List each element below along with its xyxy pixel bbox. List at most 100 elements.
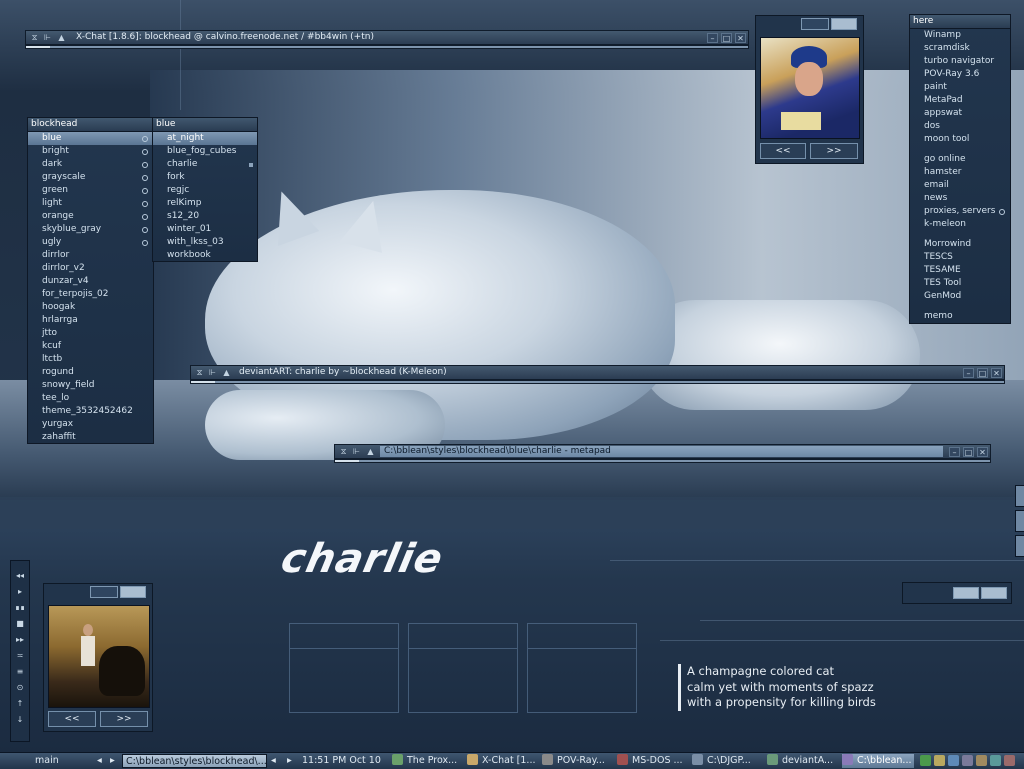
minimize-icon[interactable]: –: [949, 447, 960, 457]
menu-item[interactable]: yurgax: [28, 418, 153, 431]
maximize-icon[interactable]: □: [721, 33, 732, 43]
workspace-next-button[interactable]: ▸: [110, 754, 118, 768]
resize-grip[interactable]: [191, 381, 215, 383]
menu-item[interactable]: zahaffit: [28, 431, 153, 444]
media-controls[interactable]: ◂◂ ▸ ∎∎ ■ ▸▸ ≍ ≡ ⊙ ↑ ↓: [10, 560, 30, 742]
raise-icon[interactable]: ▲: [365, 447, 376, 457]
menu-item[interactable]: k-meleon: [910, 218, 1010, 231]
xchat-titlebar[interactable]: ⧖ ⊩ ▲ X-Chat [1.8.6]: blockhead @ calvin…: [25, 30, 749, 45]
tray-icon[interactable]: [1004, 755, 1015, 766]
menu-item[interactable]: dos: [910, 120, 1010, 133]
menu-item[interactable]: paint: [910, 81, 1010, 94]
menu-item[interactable]: proxies, servers: [910, 205, 1010, 218]
menu-item[interactable]: hrlarrga: [28, 314, 153, 327]
tray-icon[interactable]: [962, 755, 973, 766]
menu-item[interactable]: regjc: [153, 184, 257, 197]
menu-item[interactable]: ugly: [28, 236, 153, 249]
viewer-next-button[interactable]: >>: [100, 711, 148, 727]
kmeleon-handle[interactable]: [190, 380, 1005, 384]
slit-button[interactable]: [953, 587, 979, 599]
menu-item[interactable]: charlie: [153, 158, 257, 171]
kmeleon-window[interactable]: ⧖ ⊩ ▲ deviantART: charlie by ~blockhead …: [190, 365, 1005, 386]
pin-icon[interactable]: ⊩: [207, 368, 218, 378]
current-window-label[interactable]: C:\bblean\styles\blockhead\...: [122, 754, 267, 768]
close-icon[interactable]: ✕: [977, 447, 988, 457]
menu-item[interactable]: news: [910, 192, 1010, 205]
minimize-icon[interactable]: –: [707, 33, 718, 43]
menu-item[interactable]: blue_fog_cubes: [153, 145, 257, 158]
menu-item[interactable]: appswat: [910, 107, 1010, 120]
shade-icon[interactable]: ⧖: [338, 447, 349, 457]
menu-item[interactable]: go online: [910, 153, 1010, 166]
media-control-icon[interactable]: ≡: [11, 667, 29, 676]
menu-item[interactable]: s12_20: [153, 210, 257, 223]
menu-item[interactable]: kcuf: [28, 340, 153, 353]
maximize-icon[interactable]: □: [977, 368, 988, 378]
task-button[interactable]: X-Chat [1...: [467, 754, 539, 768]
menu-here[interactable]: here Winamp scramdisk turbo navigator POV-R…: [909, 14, 1011, 324]
menu-item[interactable]: for_terpojis_02: [28, 288, 153, 301]
viewer-next-button[interactable]: >>: [810, 143, 858, 159]
task-button[interactable]: The Prox...: [392, 754, 464, 768]
viewer-prev-button[interactable]: <<: [48, 711, 96, 727]
menu-item[interactable]: rogund: [28, 366, 153, 379]
menu-item[interactable]: moon tool: [910, 133, 1010, 146]
media-control-icon[interactable]: ≍: [11, 651, 29, 660]
metapad-handle[interactable]: [334, 459, 991, 463]
slit-button[interactable]: [981, 587, 1007, 599]
shade-icon[interactable]: ⧖: [194, 368, 205, 378]
close-icon[interactable]: ✕: [735, 33, 746, 43]
raise-icon[interactable]: ▲: [56, 33, 67, 43]
viewer-button[interactable]: [801, 18, 829, 30]
workspace-label[interactable]: main: [35, 754, 95, 768]
kmeleon-titlebar[interactable]: ⧖ ⊩ ▲ deviantART: charlie by ~blockhead …: [190, 365, 1005, 380]
media-control-icon[interactable]: ↑: [11, 699, 29, 708]
slit-panel[interactable]: [902, 582, 1012, 604]
menu-item[interactable]: tee_lo: [28, 392, 153, 405]
pin-icon[interactable]: ⊩: [351, 447, 362, 457]
menu-item[interactable]: dark: [28, 158, 153, 171]
metapad-window[interactable]: ⧖ ⊩ ▲ C:\bblean\styles\blockhead\blue\ch…: [334, 444, 991, 465]
menu-item[interactable]: bright: [28, 145, 153, 158]
taskbar[interactable]: main ◂ ▸ C:\bblean\styles\blockhead\... …: [0, 752, 1024, 769]
task-button[interactable]: C:\DJGP...: [692, 754, 764, 768]
tray-icon[interactable]: [976, 755, 987, 766]
tray-icon[interactable]: [920, 755, 931, 766]
menu-item[interactable]: Winamp: [910, 29, 1010, 42]
task-button[interactable]: C:\bblean...: [842, 754, 914, 768]
maximize-icon[interactable]: □: [963, 447, 974, 457]
menu-item[interactable]: snowy_field: [28, 379, 153, 392]
menu-blockhead[interactable]: blockhead blue bright dark grayscale green li…: [27, 117, 154, 444]
edge-toolbar-tab[interactable]: [1015, 510, 1024, 532]
raise-icon[interactable]: ▲: [221, 368, 232, 378]
pin-icon[interactable]: ⊩: [42, 33, 53, 43]
menu-item[interactable]: dirrlor: [28, 249, 153, 262]
menu-item[interactable]: at_night: [153, 132, 257, 145]
tray-icon[interactable]: [934, 755, 945, 766]
image-viewer-top[interactable]: << >>: [755, 15, 864, 164]
menu-blue[interactable]: blue at_night blue_fog_cubes charlie fork re…: [152, 117, 258, 262]
resize-grip[interactable]: [26, 46, 50, 48]
viewer-button[interactable]: [120, 586, 146, 598]
close-icon[interactable]: ✕: [991, 368, 1002, 378]
menu-item[interactable]: dirrlor_v2: [28, 262, 153, 275]
menu-item[interactable]: POV-Ray 3.6: [910, 68, 1010, 81]
menu-item[interactable]: light: [28, 197, 153, 210]
task-button[interactable]: MS-DOS ...: [617, 754, 689, 768]
menu-item[interactable]: skyblue_gray: [28, 223, 153, 236]
edge-toolbar-tab[interactable]: [1015, 535, 1024, 557]
menu-item[interactable]: turbo navigator: [910, 55, 1010, 68]
viewer-button[interactable]: [90, 586, 118, 598]
media-control-icon[interactable]: ■: [11, 619, 29, 628]
menu-item[interactable]: TESCS: [910, 251, 1010, 264]
tray-icon[interactable]: [948, 755, 959, 766]
workspace-prev-button[interactable]: ◂: [97, 754, 105, 768]
resize-grip[interactable]: [335, 460, 359, 462]
clock-prev-button[interactable]: ◂: [271, 754, 279, 768]
menu-item[interactable]: TESAME: [910, 264, 1010, 277]
media-control-icon[interactable]: ↓: [11, 715, 29, 724]
menu-item[interactable]: relKimp: [153, 197, 257, 210]
metapad-titlebar[interactable]: ⧖ ⊩ ▲ C:\bblean\styles\blockhead\blue\ch…: [334, 444, 991, 459]
minimize-icon[interactable]: –: [963, 368, 974, 378]
tray-icon[interactable]: [990, 755, 1001, 766]
